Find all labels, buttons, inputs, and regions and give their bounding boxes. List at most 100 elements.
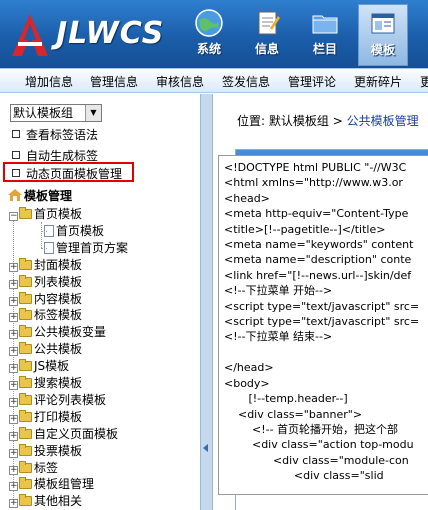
square-bullet-icon (12, 130, 20, 138)
tree-root-label: 模板管理 (24, 189, 73, 203)
link-view-tag-syntax-label: 查看标签语法 (26, 128, 99, 142)
tree-item-label: 首页模板 (56, 223, 105, 238)
link-view-tag-syntax[interactable]: 查看标签语法 (12, 127, 98, 143)
expand-icon[interactable]: + (9, 330, 18, 340)
tree-connector (41, 247, 47, 249)
tree-item[interactable]: + 公共模板 (9, 341, 82, 357)
nav-column-label: 栏目 (312, 42, 337, 56)
tree-item[interactable]: + 标签 (9, 460, 58, 476)
main-content: 位置: 默认模板组 > 公共模板管理 <!DOCTYPE html PUBLIC… (213, 94, 428, 510)
template-group-select[interactable]: 默认模板组 ▼ (10, 104, 102, 122)
tree-item[interactable]: + 搜索模板 (9, 375, 82, 391)
tree-item[interactable]: + 列表模板 (9, 274, 82, 290)
tree-item[interactable]: − 首页模板 (9, 206, 82, 222)
nav-template[interactable]: 模板 (358, 4, 408, 66)
tree-child-item[interactable]: 首页模板 (41, 223, 105, 239)
tree-item-label: 自定义页面模板 (34, 426, 119, 441)
collapse-icon[interactable]: − (9, 212, 18, 221)
tree-item-label: JS模板 (34, 359, 70, 374)
panel-splitter[interactable] (200, 94, 213, 510)
tree-item-label: 封面模板 (34, 257, 83, 272)
tree-item-label: 公共模板 (34, 342, 83, 357)
home-icon (8, 189, 22, 201)
tree-connector (41, 222, 42, 248)
tree-item-label: 首页模板 (34, 207, 83, 221)
tree-item-label: 其他相关 (34, 494, 83, 509)
globe-icon (195, 9, 223, 37)
nav-system[interactable]: 系统 (186, 4, 232, 66)
tree-item[interactable]: + 投票模板 (9, 443, 82, 459)
tree-item-label: 列表模板 (34, 274, 83, 289)
expand-icon[interactable]: + (9, 262, 18, 272)
menu-add-info[interactable]: 增加信息 (25, 73, 73, 90)
folder-icon (19, 325, 32, 338)
folder-icon (19, 274, 32, 287)
template-code-textarea[interactable]: <!DOCTYPE html PUBLIC "-//W3C <html xmln… (218, 155, 428, 495)
nav-system-label: 系统 (196, 42, 221, 56)
document-icon (258, 11, 280, 35)
folder-icon (312, 15, 338, 34)
folder-icon (19, 342, 32, 355)
expand-icon[interactable]: + (9, 448, 18, 458)
chevron-down-icon[interactable]: ▼ (85, 105, 101, 121)
folder-icon (19, 494, 32, 507)
expand-icon[interactable]: + (9, 465, 18, 475)
tree-item-label: 评论列表模板 (34, 392, 107, 407)
tree-child-item[interactable]: 管理首页方案 (41, 240, 129, 256)
link-auto-generate-tag-label: 自动生成标签 (26, 149, 99, 163)
expand-icon[interactable]: + (9, 381, 18, 390)
tree-item-label: 公共模板变量 (34, 325, 107, 340)
tree-root[interactable]: 模板管理 (8, 188, 72, 204)
nav-info[interactable]: 信息 (244, 4, 290, 66)
expand-icon[interactable]: + (9, 347, 18, 357)
expand-icon[interactable]: + (9, 296, 18, 306)
tree-item[interactable]: + 标签模板 (9, 307, 82, 323)
expand-icon[interactable]: + (9, 397, 18, 407)
menu-manage-comments[interactable]: 管理评论 (288, 73, 336, 90)
expand-icon[interactable]: + (9, 414, 18, 424)
sidebar: 默认模板组 ▼ 查看标签语法 自动生成标签 动态页面模板管理 模板管理 − 首页模… (0, 94, 200, 510)
tree-item-label: 管理首页方案 (56, 240, 129, 255)
breadcrumb-current[interactable]: 公共模板管理 (347, 114, 419, 128)
collapse-arrow-icon[interactable] (203, 444, 208, 452)
menu-manage-info[interactable]: 管理信息 (90, 73, 138, 90)
tree-item-label: 模板组管理 (34, 477, 95, 492)
breadcrumb-prefix: 位置: 默认模板组 (237, 114, 329, 128)
folder-icon (19, 359, 32, 372)
tree-item[interactable]: + 内容模板 (9, 291, 82, 307)
nav-column[interactable]: 栏目 (302, 4, 348, 66)
square-bullet-icon (12, 151, 20, 159)
expand-icon[interactable]: + (9, 364, 18, 374)
tree-item[interactable]: + JS模板 (9, 358, 69, 374)
tree-item[interactable]: + 打印模板 (9, 409, 82, 425)
expand-icon[interactable]: + (9, 279, 18, 289)
expand-icon[interactable]: + (9, 431, 18, 441)
tree-item[interactable]: + 自定义页面模板 (9, 426, 118, 442)
app-header: JLWCS 系统 信息 栏目 模板 (0, 0, 428, 68)
folder-icon (19, 376, 32, 388)
highlight-box (3, 162, 134, 182)
logo-text: JLWCS (56, 16, 165, 51)
expand-icon[interactable]: + (9, 482, 18, 492)
nav-info-label: 信息 (254, 42, 279, 56)
expand-icon[interactable]: + (9, 313, 18, 323)
tree-item[interactable]: + 公共模板变量 (9, 324, 106, 340)
menu-update-fragments[interactable]: 更新碎片 (354, 73, 402, 90)
menu-update[interactable]: 更新 (420, 73, 428, 90)
tree-item[interactable]: + 其他相关 (9, 493, 82, 509)
folder-icon (19, 409, 32, 422)
folder-icon (19, 257, 32, 270)
tree-item[interactable]: + 模板组管理 (9, 476, 94, 492)
menu-review-info[interactable]: 审核信息 (156, 73, 204, 90)
folder-icon (19, 392, 32, 405)
tree-item[interactable]: + 评论列表模板 (9, 392, 106, 408)
menu-issue-info[interactable]: 签发信息 (222, 73, 270, 90)
breadcrumb: 位置: 默认模板组 > 公共模板管理 (237, 112, 419, 129)
breadcrumb-separator: > (332, 114, 343, 128)
expand-icon[interactable]: + (9, 499, 18, 509)
tree-item-label: 打印模板 (34, 409, 83, 424)
tree-item-label: 搜索模板 (34, 376, 83, 390)
tree-connector (41, 230, 47, 232)
template-group-value: 默认模板组 (13, 106, 74, 120)
tree-item[interactable]: + 封面模板 (9, 257, 82, 273)
